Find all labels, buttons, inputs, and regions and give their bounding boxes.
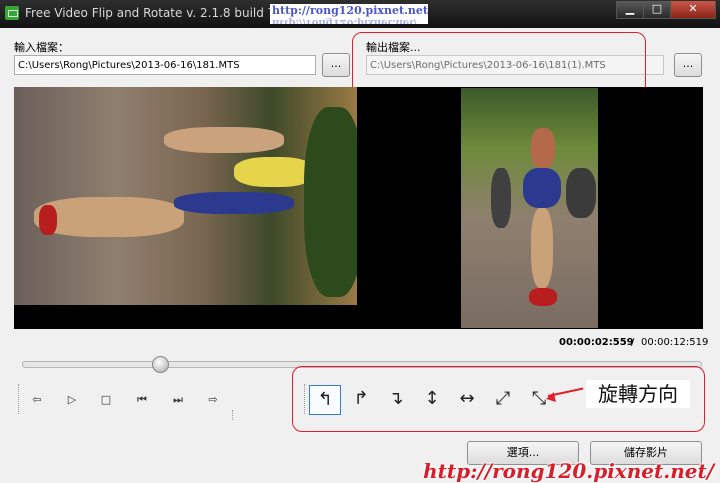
next-frame-icon[interactable]: ⇨ <box>206 393 220 407</box>
output-browse-button[interactable]: ... <box>674 53 702 77</box>
skip-back-icon[interactable]: ⏮ <box>135 393 149 407</box>
watermark-top: http://rong120.pixnet.net/ http://rong12… <box>270 4 428 24</box>
stop-icon[interactable]: □ <box>99 393 113 407</box>
maximize-button[interactable]: □ <box>643 1 671 19</box>
input-browse-button[interactable]: ... <box>322 53 350 77</box>
title-bar: Free Video Flip and Rotate v. 2.1.8 buil… <box>0 0 720 28</box>
rotation-direction-annotation: 旋轉方向 <box>586 380 690 408</box>
window-title: Free Video Flip and Rotate v. 2.1.8 buil… <box>25 6 291 20</box>
current-time: 00:00:02:559 <box>559 337 634 348</box>
skip-forward-icon[interactable]: ⏭ <box>171 393 185 407</box>
watermark-bottom: http://rong120.pixnet.net/ <box>423 459 714 483</box>
toolbar-separator <box>232 410 234 420</box>
toolbar-grip <box>18 384 20 414</box>
output-video-frame <box>461 88 598 328</box>
previous-frame-icon[interactable]: ⇦ <box>30 393 44 407</box>
time-separator: / <box>631 337 635 348</box>
minimize-button[interactable]: ▁ <box>616 1 644 19</box>
total-time: 00:00:12:519 <box>641 337 709 348</box>
input-file-label: 輸入檔案： <box>14 41 69 54</box>
seek-thumb[interactable] <box>152 356 169 373</box>
annotation-arrow-head <box>545 392 556 404</box>
close-button[interactable]: ✕ <box>670 1 716 19</box>
preview-area <box>14 87 703 329</box>
play-icon[interactable]: ▷ <box>65 393 79 407</box>
source-video-frame <box>14 87 357 305</box>
input-file-field[interactable]: C:\Users\Rong\Pictures\2013-06-16\181.MT… <box>14 55 316 75</box>
app-icon <box>5 6 19 20</box>
